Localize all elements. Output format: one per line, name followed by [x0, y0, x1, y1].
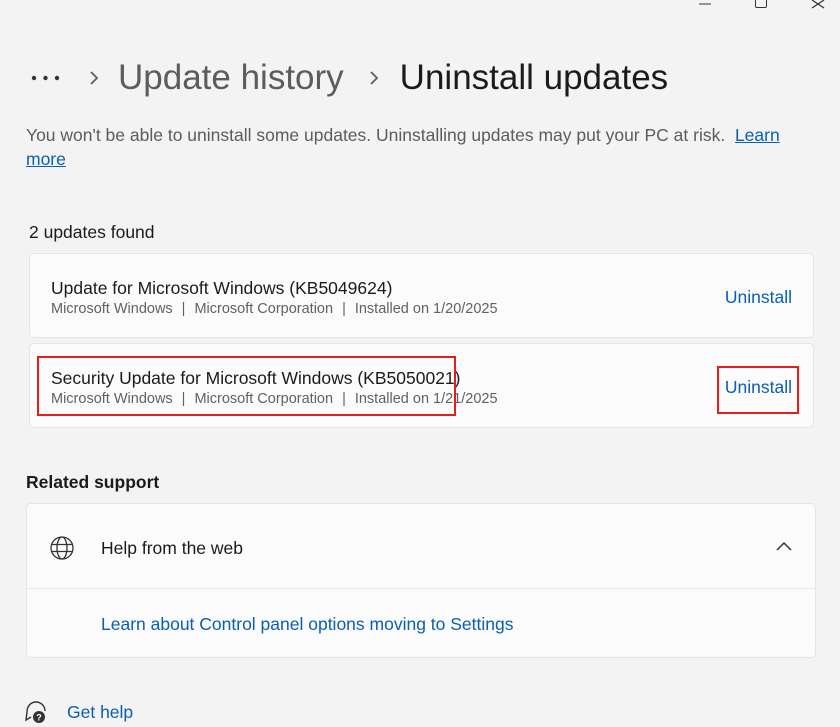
close-button[interactable] [799, 0, 839, 12]
update-card: Security Update for Microsoft Windows (K… [29, 343, 814, 428]
meta-separator: | [181, 301, 186, 317]
minimize-button[interactable] [686, 0, 726, 12]
maximize-icon [755, 0, 767, 8]
close-icon [811, 0, 825, 9]
minimize-icon [699, 3, 711, 5]
updates-count: 2 updates found [29, 222, 155, 242]
maximize-button[interactable] [742, 0, 782, 12]
related-support-panel: Help from the web Learn about Control pa… [26, 503, 816, 658]
breadcrumb: Update history Uninstall updates [30, 56, 668, 100]
help-chat-icon: ? [25, 701, 46, 723]
update-meta: Microsoft Windows | Microsoft Corporation |… [51, 301, 498, 317]
chevron-up-icon[interactable] [775, 538, 793, 554]
update-installed-date: Installed on 1/20/2025 [354, 301, 498, 317]
chevron-right-icon [84, 58, 104, 98]
help-from-web-expander[interactable]: Help from the web [27, 504, 815, 589]
control-panel-settings-link[interactable]: Learn about Control panel options moving… [101, 614, 514, 635]
update-publisher: Microsoft Corporation [194, 391, 334, 407]
globe-icon [50, 536, 74, 560]
update-installed-date: Installed on 1/21/2025 [354, 391, 498, 407]
update-meta: Microsoft Windows | Microsoft Corporation |… [51, 391, 498, 407]
uninstall-button[interactable]: Uninstall [725, 287, 792, 308]
update-product: Microsoft Windows [51, 301, 173, 317]
meta-separator: | [342, 391, 346, 407]
uninstall-button[interactable]: Uninstall [725, 377, 792, 398]
help-from-web-label: Help from the web [101, 538, 244, 558]
description-text: You won't be able to uninstall some upda… [26, 125, 726, 145]
get-help-link[interactable]: Get help [67, 702, 133, 723]
page-title: Uninstall updates [399, 58, 669, 97]
update-title: Security Update for Microsoft Windows (K… [51, 368, 461, 388]
update-title: Update for Microsoft Windows (KB5049624) [51, 278, 393, 298]
update-card: Update for Microsoft Windows (KB5049624)… [29, 253, 814, 338]
meta-separator: | [181, 391, 186, 407]
page-description: You won't be able to uninstall some upda… [26, 123, 796, 171]
chevron-right-icon [364, 58, 384, 98]
update-publisher: Microsoft Corporation [194, 301, 334, 317]
meta-separator: | [342, 301, 346, 317]
ellipsis-icon[interactable] [30, 58, 62, 98]
svg-text:?: ? [36, 713, 42, 723]
related-support-heading: Related support [26, 472, 160, 492]
breadcrumb-update-history[interactable]: Update history [118, 58, 344, 98]
update-product: Microsoft Windows [51, 391, 173, 407]
